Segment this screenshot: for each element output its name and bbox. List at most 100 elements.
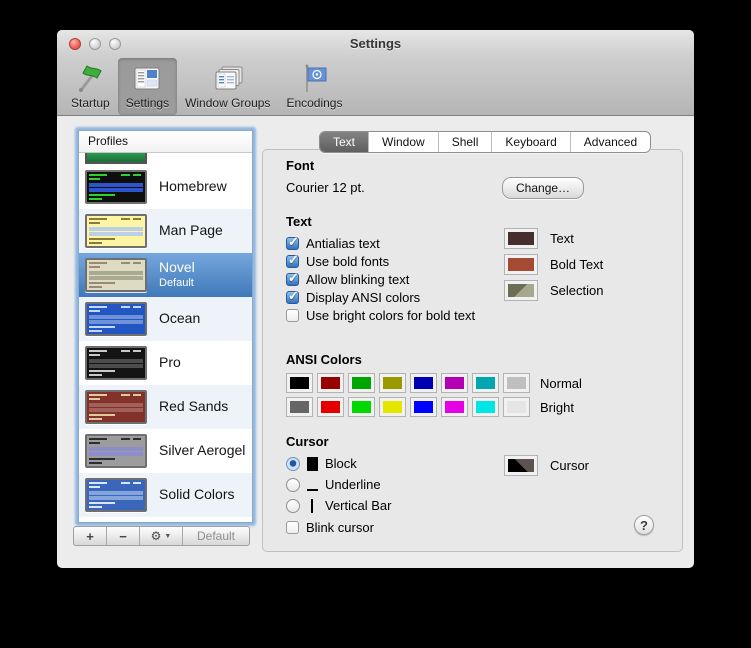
tab-bar: Text Window Shell Keyboard Advanced xyxy=(319,131,652,153)
ansi-swatch-bright-2[interactable] xyxy=(348,397,375,417)
profile-row-homebrew[interactable]: Homebrew xyxy=(79,165,252,209)
profile-row-novel[interactable]: Novel Default xyxy=(79,253,252,297)
settings-group-box: Font Courier 12 pt. Change… Text Antiali… xyxy=(262,149,683,552)
profile-options-button[interactable]: ⚙ ▼ xyxy=(140,527,183,545)
profile-thumbnail xyxy=(85,302,147,336)
color-well-cursor[interactable] xyxy=(504,454,538,476)
settings-window: Settings Startup Settings Window Groups … xyxy=(57,30,694,568)
profile-thumbnail xyxy=(85,346,147,380)
change-font-button[interactable]: Change… xyxy=(502,177,585,199)
color-well-label: Selection xyxy=(550,282,604,298)
titlebar[interactable]: Settings xyxy=(57,30,694,58)
default-button[interactable]: Default xyxy=(183,527,249,545)
toolbar-item-startup[interactable]: Startup xyxy=(63,58,118,115)
radio-row-block[interactable]: Block xyxy=(286,453,391,474)
color-well-bold-text[interactable] xyxy=(504,253,538,275)
radio-label: Vertical Bar xyxy=(325,498,392,513)
ansi-swatch-bright-4[interactable] xyxy=(410,397,437,417)
profile-rows: Homebrew Man Page Novel Default Ocean Pro Red … xyxy=(79,165,252,517)
ansi-swatch-bright-6[interactable] xyxy=(472,397,499,417)
checkbox-antialias-text[interactable] xyxy=(286,234,299,250)
profile-row-silver-aerogel[interactable]: Silver Aerogel xyxy=(79,429,252,473)
profile-row-man-page[interactable]: Man Page xyxy=(79,209,252,253)
desktop: { "window": { "title": "Settings" }, "to… xyxy=(0,0,751,648)
toolbar-item-encodings[interactable]: Encodings xyxy=(278,58,350,115)
plus-icon: + xyxy=(86,528,94,544)
profile-thumbnail xyxy=(85,390,147,424)
tab-window[interactable]: Window xyxy=(369,132,439,152)
remove-profile-button[interactable]: − xyxy=(107,527,140,545)
profiles-header: Profiles xyxy=(79,131,252,153)
ansi-swatch-bright-3[interactable] xyxy=(379,397,406,417)
ansi-swatch-bright-1[interactable] xyxy=(317,397,344,417)
checkbox-row-use-bold-fonts[interactable]: Use bold fonts xyxy=(286,252,475,270)
vbar-cursor-glyph xyxy=(307,498,318,513)
checkbox-row-display-ansi-colors[interactable]: Display ANSI colors xyxy=(286,288,475,306)
checkbox-row-use-bright-colors-for-bold-text[interactable]: Use bright colors for bold text xyxy=(286,306,475,324)
profile-thumbnail xyxy=(85,258,147,292)
checkbox-row-blink-cursor[interactable]: Blink cursor xyxy=(286,518,374,536)
ansi-swatch-normal-5[interactable] xyxy=(441,373,468,393)
profile-row-pro[interactable]: Pro xyxy=(79,341,252,385)
checkbox-use-bright-colors-for-bold-text[interactable] xyxy=(286,308,299,322)
checkbox-blink-cursor[interactable] xyxy=(286,520,299,534)
settings-window-icon xyxy=(134,67,160,90)
tab-advanced[interactable]: Advanced xyxy=(571,132,650,152)
radio-underline[interactable] xyxy=(286,477,300,492)
help-button[interactable]: ? xyxy=(634,515,654,535)
radio-vertical-bar[interactable] xyxy=(286,498,300,513)
toolbar-item-window-groups[interactable]: Window Groups xyxy=(177,58,278,115)
ansi-swatch-normal-3[interactable] xyxy=(379,373,406,393)
radio-row-vertical-bar[interactable]: Vertical Bar xyxy=(286,495,391,516)
tab-shell[interactable]: Shell xyxy=(439,132,493,152)
blink-cursor-group: Blink cursor xyxy=(286,518,374,536)
text-color-wells: Text Bold Text Selection xyxy=(504,225,603,303)
radio-block[interactable] xyxy=(286,456,300,471)
minus-icon: − xyxy=(119,528,127,544)
profile-row-ocean[interactable]: Ocean xyxy=(79,297,252,341)
profile-thumbnail xyxy=(85,434,147,468)
checkbox-allow-blinking-text[interactable] xyxy=(286,270,299,286)
profile-row-partial[interactable] xyxy=(79,153,252,165)
color-well-text[interactable] xyxy=(504,227,538,249)
checkbox-use-bold-fonts[interactable] xyxy=(286,252,299,268)
ansi-swatch-normal-7[interactable] xyxy=(503,373,530,393)
profile-name: Silver Aerogel xyxy=(159,442,246,458)
color-well-row-text: Text xyxy=(504,225,603,251)
ansi-swatch-normal-6[interactable] xyxy=(472,373,499,393)
add-profile-button[interactable]: + xyxy=(74,527,107,545)
gear-icon: ⚙ xyxy=(150,529,162,543)
color-well-selection[interactable] xyxy=(504,279,538,301)
cursor-section-header: Cursor xyxy=(286,434,329,449)
ansi-swatch-bright-7[interactable] xyxy=(503,397,530,417)
color-well-label: Bold Text xyxy=(550,256,604,272)
ansi-row-bright: Bright xyxy=(286,395,582,419)
toolbar-item-settings[interactable]: Settings xyxy=(117,58,178,115)
color-well-label: Text xyxy=(550,230,574,246)
tab-text[interactable]: Text xyxy=(320,132,370,152)
radio-row-underline[interactable]: Underline xyxy=(286,474,391,495)
profile-row-solid-colors[interactable]: Solid Colors xyxy=(79,473,252,517)
text-section-header: Text xyxy=(286,214,312,229)
checkbox-label: Display ANSI colors xyxy=(306,289,421,305)
profile-row-red-sands[interactable]: Red Sands xyxy=(79,385,252,429)
block-cursor-glyph xyxy=(307,456,318,471)
profile-name: Homebrew xyxy=(159,178,227,194)
checkbox-display-ansi-colors[interactable] xyxy=(286,288,299,304)
ansi-swatch-normal-2[interactable] xyxy=(348,373,375,393)
tab-keyboard[interactable]: Keyboard xyxy=(492,132,571,152)
checkbox-row-allow-blinking-text[interactable]: Allow blinking text xyxy=(286,270,475,288)
checkbox-row-antialias-text[interactable]: Antialias text xyxy=(286,234,475,252)
startup-flag-icon xyxy=(79,65,102,92)
underline-cursor-glyph xyxy=(307,478,318,492)
ansi-swatch-normal-4[interactable] xyxy=(410,373,437,393)
profile-thumbnail-partial xyxy=(85,153,147,164)
ansi-swatch-normal-1[interactable] xyxy=(317,373,344,393)
profile-name: Pro xyxy=(159,354,181,370)
ansi-swatch-bright-5[interactable] xyxy=(441,397,468,417)
ansi-swatch-bright-0[interactable] xyxy=(286,397,313,417)
chevron-down-icon: ▼ xyxy=(164,532,172,540)
ansi-swatch-normal-0[interactable] xyxy=(286,373,313,393)
bright-label: Bright xyxy=(540,399,574,415)
normal-label: Normal xyxy=(540,375,582,391)
